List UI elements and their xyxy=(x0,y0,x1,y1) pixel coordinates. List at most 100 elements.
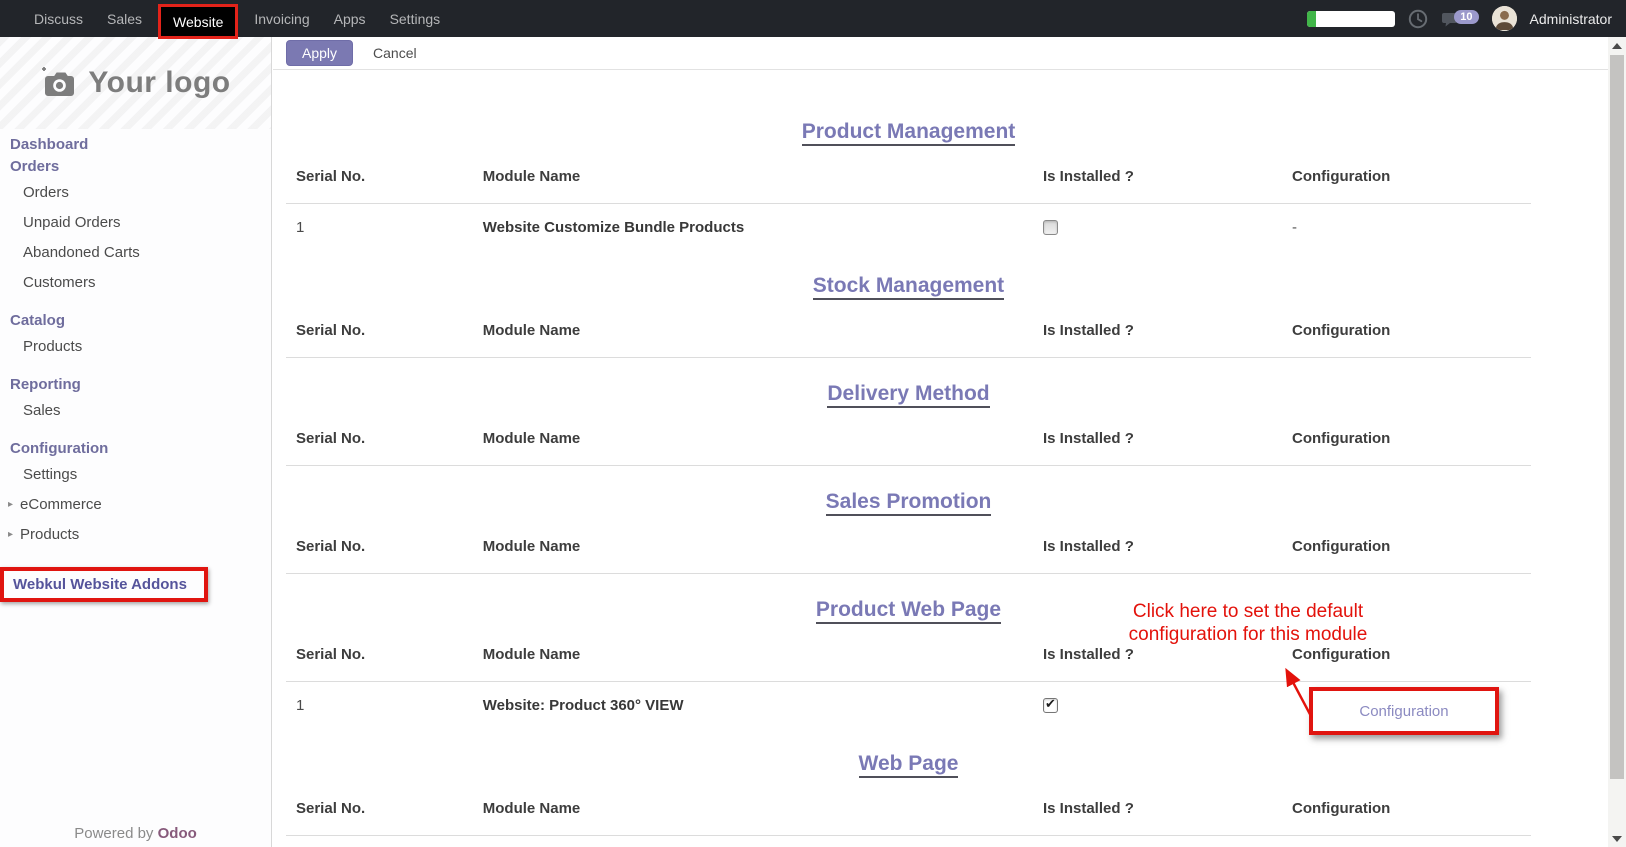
navbar-item-apps[interactable]: Apps xyxy=(322,0,378,37)
module-config-sheet: Product ManagementSerial No.Module NameI… xyxy=(286,70,1531,836)
sidebar-item-ecommerce[interactable]: ▸ eCommerce xyxy=(0,489,271,519)
sidebar-label: Orders xyxy=(10,158,59,175)
sidebar-label: Reporting xyxy=(10,376,81,393)
cancel-button[interactable]: Cancel xyxy=(363,41,427,65)
sidebar-item-orders[interactable]: Orders xyxy=(0,177,271,207)
messages-menu[interactable]: 10 xyxy=(1441,9,1479,29)
sidebar-item-settings[interactable]: Settings xyxy=(0,459,271,489)
module-section-product-management: Product ManagementSerial No.Module NameI… xyxy=(286,120,1531,250)
sidebar-item-products[interactable]: Products xyxy=(0,331,271,361)
column-header: Is Installed ? xyxy=(1033,782,1282,835)
column-header: Serial No. xyxy=(286,304,473,357)
module-section-product-web-page: Product Web PageSerial No.Module NameIs … xyxy=(286,598,1531,728)
module-name-cell: Website Customize Bundle Products xyxy=(473,204,1033,250)
column-header: Is Installed ? xyxy=(1033,520,1282,573)
is-installed-cell xyxy=(1033,682,1282,728)
column-header: Configuration xyxy=(1282,150,1531,203)
sidebar-label: Products xyxy=(23,338,82,355)
expand-caret-icon[interactable]: ▸ xyxy=(8,529,13,540)
scrollbar-thumb[interactable] xyxy=(1610,55,1624,779)
module-name-cell: Website: Product 360° VIEW xyxy=(473,682,1033,728)
column-header: Module Name xyxy=(473,412,1033,465)
sidebar-label: Products xyxy=(20,526,79,543)
section-title-link[interactable]: Delivery Method xyxy=(827,382,989,408)
sidebar-section-orders: Orders xyxy=(0,155,271,177)
serial-cell: 1 xyxy=(286,682,473,728)
section-title-link[interactable]: Stock Management xyxy=(813,274,1004,300)
column-header: Serial No. xyxy=(286,782,473,835)
logo-text: Your logo xyxy=(88,66,230,100)
configuration-link[interactable]: Configuration xyxy=(1359,703,1448,720)
app-menu: DiscussSalesWebsiteInvoicingAppsSettings xyxy=(22,0,452,37)
navbar-right-widgets: 10 Administrator xyxy=(1307,6,1626,31)
table-row: 1Website: Product 360° VIEW Configuration xyxy=(286,682,1531,728)
section-title-link[interactable]: Product Management xyxy=(802,120,1016,146)
sidebar-item-abandoned-carts[interactable]: Abandoned Carts xyxy=(0,237,271,267)
module-section-sales-promotion: Sales Promotion Serial No.Module NameIs I… xyxy=(286,490,1531,574)
scroll-down-button[interactable] xyxy=(1608,830,1626,847)
table-header-row: Serial No.Module NameIs Installed ?Confi… xyxy=(286,304,1531,358)
avatar[interactable] xyxy=(1492,6,1517,31)
column-header: Serial No. xyxy=(286,412,473,465)
column-header: Serial No. xyxy=(286,628,473,681)
powered-by-text: Powered by xyxy=(74,825,153,842)
column-header: Configuration xyxy=(1282,782,1531,835)
sidebar-label: Configuration xyxy=(10,440,108,457)
top-navbar: DiscussSalesWebsiteInvoicingAppsSettings… xyxy=(0,0,1626,37)
section-title-link[interactable]: Web Page xyxy=(859,752,959,778)
sidebar-label: Dashboard xyxy=(10,136,88,153)
sidebar-section-configuration: Configuration xyxy=(0,437,271,459)
module-section-web-page: Web PageSerial No.Module NameIs Installe… xyxy=(286,752,1531,836)
sidebar-nav: DashboardOrdersOrdersUnpaid OrdersAbando… xyxy=(0,133,271,602)
sidebar-label: Customers xyxy=(23,274,96,291)
navbar-item-invoicing[interactable]: Invoicing xyxy=(242,0,321,37)
is-installed-checkbox[interactable] xyxy=(1043,220,1058,235)
sidebar-section-webkul-website-addons[interactable]: Webkul Website Addons xyxy=(0,567,208,602)
section-title-link[interactable]: Sales Promotion xyxy=(826,490,992,516)
column-header: Module Name xyxy=(473,150,1033,203)
user-menu[interactable]: Administrator xyxy=(1530,11,1612,27)
navbar-item-sales[interactable]: Sales xyxy=(95,0,154,37)
sidebar-label: Catalog xyxy=(10,312,65,329)
subscription-progress-bar[interactable] xyxy=(1307,11,1395,27)
form-toolbar: Apply Cancel xyxy=(273,37,1608,70)
section-title-link[interactable]: Product Web Page xyxy=(816,598,1001,624)
sidebar-section-reporting: Reporting xyxy=(0,373,271,395)
sidebar-label: eCommerce xyxy=(20,496,102,513)
progress-fill xyxy=(1307,11,1316,27)
annotation-arrow-icon xyxy=(1274,662,1320,722)
annotation-line: configuration for this module xyxy=(1098,623,1398,646)
navbar-item-website[interactable]: Website xyxy=(158,4,238,39)
highlight-box: Configuration xyxy=(1309,687,1499,735)
table-header-row: Serial No.Module NameIs Installed ?Confi… xyxy=(286,520,1531,574)
sidebar-section-dashboard: Dashboard xyxy=(0,133,271,155)
sidebar-item-unpaid-orders[interactable]: Unpaid Orders xyxy=(0,207,271,237)
website-sidebar: Your logo DashboardOrdersOrdersUnpaid Or… xyxy=(0,37,272,847)
expand-caret-icon[interactable]: ▸ xyxy=(8,499,13,510)
column-header: Is Installed ? xyxy=(1033,304,1282,357)
sidebar-label: Settings xyxy=(23,466,77,483)
sidebar-item-customers[interactable]: Customers xyxy=(0,267,271,297)
odoo-brand-link[interactable]: Odoo xyxy=(158,825,197,842)
table-header-row: Serial No.Module NameIs Installed ?Confi… xyxy=(286,412,1531,466)
annotation-text: Click here to set the defaultconfigurati… xyxy=(1098,600,1398,646)
sidebar-item-products[interactable]: ▸ Products xyxy=(0,519,271,549)
powered-by: Powered by Odoo xyxy=(0,825,271,842)
sidebar-label: Abandoned Carts xyxy=(23,244,140,261)
navbar-item-settings[interactable]: Settings xyxy=(378,0,453,37)
your-logo[interactable]: Your logo xyxy=(0,37,271,129)
camera-icon xyxy=(40,67,76,99)
sidebar-label: Sales xyxy=(23,402,61,419)
column-header: Module Name xyxy=(473,520,1033,573)
serial-cell: 1 xyxy=(286,204,473,250)
navbar-item-discuss[interactable]: Discuss xyxy=(22,0,95,37)
is-installed-checkbox[interactable] xyxy=(1043,698,1058,713)
apply-button[interactable]: Apply xyxy=(286,40,353,66)
scroll-up-button[interactable] xyxy=(1608,37,1626,54)
sidebar-item-sales[interactable]: Sales xyxy=(0,395,271,425)
column-header: Serial No. xyxy=(286,520,473,573)
module-section-stock-management: Stock Management Serial No.Module NameIs … xyxy=(286,274,1531,358)
column-header: Is Installed ? xyxy=(1033,150,1282,203)
module-section-delivery-method: Delivery Method Serial No.Module NameIs I… xyxy=(286,382,1531,466)
clock-icon[interactable] xyxy=(1408,9,1428,29)
